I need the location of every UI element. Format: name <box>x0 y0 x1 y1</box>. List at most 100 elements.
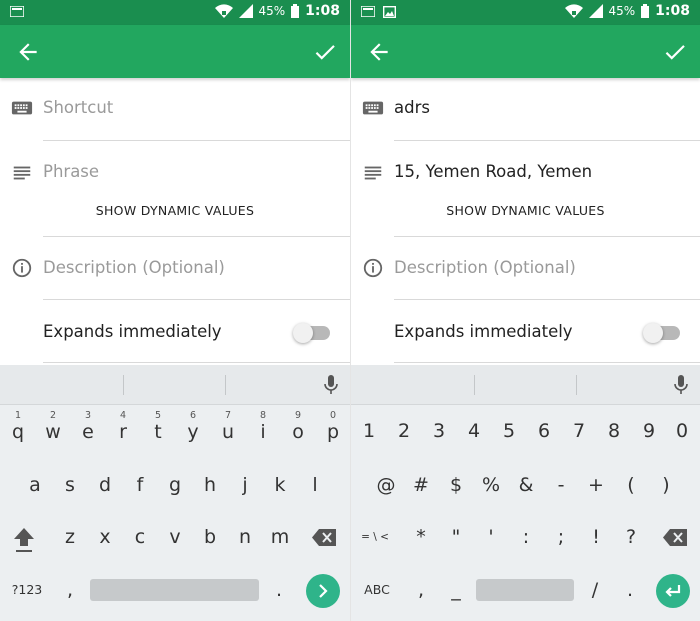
chevron-right-icon <box>319 584 328 598</box>
key-at[interactable]: @ <box>369 463 403 507</box>
key-h[interactable]: h <box>193 463 227 507</box>
cell-signal-icon <box>238 4 253 18</box>
key-e[interactable]: 3e <box>71 410 105 454</box>
arrow-left-icon[interactable] <box>15 39 41 65</box>
text-lines-icon <box>364 166 382 180</box>
expands-immediately-toggle[interactable] <box>293 323 330 343</box>
key-0[interactable]: 0 <box>665 409 699 453</box>
key-l[interactable]: l <box>298 463 332 507</box>
key-k[interactable]: k <box>263 463 297 507</box>
key-7[interactable]: 7 <box>562 409 596 453</box>
shift-icon[interactable] <box>12 526 36 554</box>
backspace-icon[interactable] <box>663 529 687 546</box>
key-colon[interactable]: : <box>509 515 543 559</box>
expands-immediately-toggle[interactable] <box>643 323 680 343</box>
text-lines-icon <box>13 166 31 180</box>
shortcut-input[interactable]: adrs <box>394 98 430 117</box>
key-g[interactable]: g <box>158 463 192 507</box>
show-dynamic-values-button[interactable]: SHOW DYNAMIC VALUES <box>351 203 700 218</box>
key-ampersand[interactable]: & <box>509 463 543 507</box>
key-plus[interactable]: + <box>579 463 613 507</box>
show-dynamic-values-button[interactable]: SHOW DYNAMIC VALUES <box>0 203 350 218</box>
notification-icon <box>10 6 24 17</box>
key-exclamation[interactable]: ! <box>579 515 613 559</box>
key-s[interactable]: s <box>53 463 87 507</box>
backspace-icon[interactable] <box>312 529 336 546</box>
snippet-form: Shortcut Phrase SHOW DYNAMIC VALUES Desc… <box>0 78 350 365</box>
microphone-icon[interactable] <box>322 374 340 396</box>
divider <box>123 375 124 395</box>
key-single-quote[interactable]: ' <box>474 515 508 559</box>
key-underscore[interactable]: _ <box>439 568 473 612</box>
check-icon[interactable] <box>662 39 688 65</box>
divider <box>474 375 475 395</box>
key-p[interactable]: 0p <box>316 410 350 454</box>
check-icon[interactable] <box>312 39 338 65</box>
key-paren-open[interactable]: ( <box>614 463 648 507</box>
shortcut-input[interactable]: Shortcut <box>43 98 113 117</box>
key-i[interactable]: 8i <box>246 410 280 454</box>
phrase-input[interactable]: Phrase <box>43 162 99 181</box>
key-4[interactable]: 4 <box>457 409 491 453</box>
key-double-quote[interactable]: " <box>439 515 473 559</box>
key-d[interactable]: d <box>88 463 122 507</box>
key-1[interactable]: 1 <box>352 409 386 453</box>
key-asterisk[interactable]: * <box>404 515 438 559</box>
key-percent[interactable]: % <box>474 463 508 507</box>
key-paren-close[interactable]: ) <box>649 463 683 507</box>
key-v[interactable]: v <box>158 515 192 559</box>
microphone-icon[interactable] <box>672 374 690 396</box>
key-x[interactable]: x <box>88 515 122 559</box>
abc-key[interactable]: ABC <box>358 568 396 612</box>
symbols-key[interactable]: ?123 <box>8 568 46 612</box>
description-input[interactable]: Description (Optional) <box>394 258 576 277</box>
key-o[interactable]: 9o <box>281 410 315 454</box>
key-9[interactable]: 9 <box>632 409 666 453</box>
key-f[interactable]: f <box>123 463 157 507</box>
expands-row: Expands immediately <box>351 320 700 350</box>
key-b[interactable]: b <box>193 515 227 559</box>
key-w[interactable]: 2w <box>36 410 70 454</box>
key-q[interactable]: 1q <box>1 410 35 454</box>
key-6[interactable]: 6 <box>527 409 561 453</box>
enter-arrow-icon <box>665 585 681 597</box>
description-input[interactable]: Description (Optional) <box>43 258 225 277</box>
key-minus[interactable]: - <box>544 463 578 507</box>
divider <box>394 236 700 237</box>
spacebar[interactable] <box>476 579 574 601</box>
key-comma[interactable]: , <box>404 568 438 612</box>
key-m[interactable]: m <box>263 515 297 559</box>
key-2[interactable]: 2 <box>387 409 421 453</box>
key-n[interactable]: n <box>228 515 262 559</box>
arrow-left-icon[interactable] <box>366 39 392 65</box>
divider <box>576 375 577 395</box>
suggestion-strip <box>351 365 700 405</box>
key-dollar[interactable]: $ <box>439 463 473 507</box>
key-8[interactable]: 8 <box>597 409 631 453</box>
key-period[interactable]: . <box>262 568 296 612</box>
go-key[interactable] <box>306 574 340 608</box>
key-hash[interactable]: # <box>404 463 438 507</box>
key-semicolon[interactable]: ; <box>544 515 578 559</box>
key-u[interactable]: 7u <box>211 410 245 454</box>
suggestion-strip <box>0 365 350 405</box>
key-z[interactable]: z <box>53 515 87 559</box>
key-period[interactable]: . <box>613 568 647 612</box>
phrase-input[interactable]: 15, Yemen Road, Yemen <box>394 162 592 181</box>
divider <box>225 375 226 395</box>
key-c[interactable]: c <box>123 515 157 559</box>
key-question[interactable]: ? <box>614 515 648 559</box>
clock: 1:08 <box>655 3 690 19</box>
more-symbols-key[interactable]: = \ < <box>357 515 393 559</box>
spacebar[interactable] <box>90 579 259 601</box>
key-j[interactable]: j <box>228 463 262 507</box>
key-comma[interactable]: , <box>53 568 87 612</box>
key-3[interactable]: 3 <box>422 409 456 453</box>
key-y[interactable]: 6y <box>176 410 210 454</box>
key-5[interactable]: 5 <box>492 409 526 453</box>
key-a[interactable]: a <box>18 463 52 507</box>
key-t[interactable]: 5t <box>141 410 175 454</box>
enter-key[interactable] <box>656 574 690 608</box>
key-slash[interactable]: / <box>578 568 612 612</box>
key-r[interactable]: 4r <box>106 410 140 454</box>
